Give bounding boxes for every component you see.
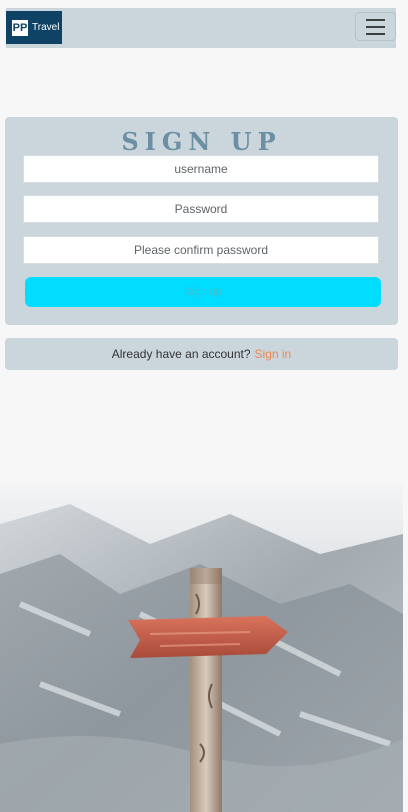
signup-button[interactable]: Sign up [25, 277, 381, 307]
password-input[interactable] [23, 195, 379, 223]
page-title: SIGN UP [121, 127, 282, 156]
hamburger-icon [366, 32, 385, 35]
username-input[interactable] [23, 155, 379, 183]
signin-prompt-text: Already have an account? [111, 347, 251, 361]
brand-logo[interactable]: PP Travel [6, 11, 62, 44]
brand-mark: PP [12, 19, 28, 36]
navbar: PP Travel [6, 8, 396, 48]
brand-word: Travel [32, 22, 60, 33]
confirm-password-input[interactable] [23, 236, 379, 264]
signup-card: SIGN UP Sign up [5, 117, 398, 325]
menu-toggle-button[interactable] [355, 12, 396, 41]
signpost-mountain-image [0, 484, 403, 812]
signin-prompt: Already have an account? Sign in [5, 338, 398, 370]
signin-link[interactable]: Sign in [255, 347, 292, 361]
hamburger-icon [366, 18, 385, 21]
hamburger-icon [366, 25, 385, 28]
hero-image [0, 484, 403, 812]
